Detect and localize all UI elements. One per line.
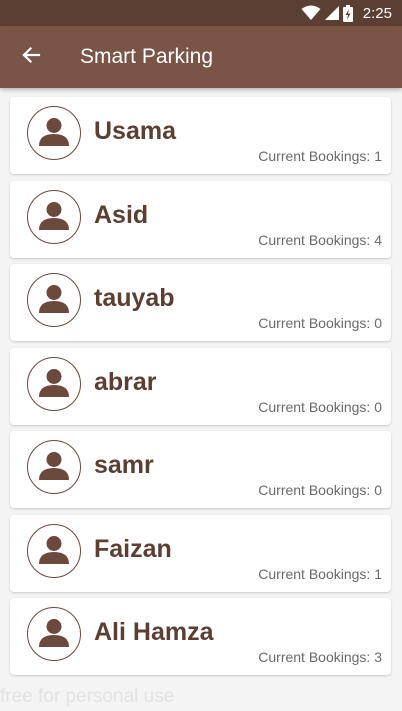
current-bookings: Current Bookings: 1 [258, 566, 382, 582]
user-name: Asid [94, 201, 149, 229]
app-title: Smart Parking [80, 45, 214, 68]
user-card[interactable]: abrar Current Bookings: 0 [10, 348, 391, 425]
user-name: samr [94, 451, 154, 479]
current-bookings: Current Bookings: 0 [258, 399, 382, 415]
avatar [27, 524, 81, 578]
current-bookings: Current Bookings: 3 [258, 649, 382, 665]
person-icon [38, 115, 70, 152]
user-card[interactable]: tauyab Current Bookings: 0 [10, 264, 391, 341]
avatar [27, 357, 81, 411]
person-icon [38, 366, 70, 403]
status-icons: 2:25 [301, 0, 392, 26]
current-bookings: Current Bookings: 0 [258, 482, 382, 498]
status-bar: 2:25 [0, 0, 402, 26]
current-bookings: Current Bookings: 0 [258, 315, 382, 331]
battery-charging-icon [342, 4, 353, 22]
signal-icon [324, 6, 339, 20]
wifi-icon [301, 5, 321, 21]
person-icon [38, 282, 70, 319]
watermark: free for personal use [0, 686, 175, 707]
person-icon [38, 449, 70, 486]
arrow-back-icon [21, 45, 41, 70]
avatar [27, 190, 81, 244]
user-card[interactable]: samr Current Bookings: 0 [10, 431, 391, 508]
user-card[interactable]: Ali Hamza Current Bookings: 3 [10, 598, 391, 675]
user-card[interactable]: Usama Current Bookings: 1 [10, 97, 391, 174]
user-name: tauyab [94, 284, 175, 312]
avatar [27, 440, 81, 494]
user-name: Usama [94, 117, 176, 145]
user-name: Ali Hamza [94, 618, 214, 646]
person-icon [38, 616, 70, 653]
avatar [27, 273, 81, 327]
user-card[interactable]: Faizan Current Bookings: 1 [10, 515, 391, 592]
status-time: 2:25 [362, 4, 392, 22]
user-card[interactable]: Asid Current Bookings: 4 [10, 181, 391, 258]
back-button[interactable] [0, 26, 62, 88]
current-bookings: Current Bookings: 4 [258, 232, 382, 248]
avatar [27, 106, 81, 160]
current-bookings: Current Bookings: 1 [258, 148, 382, 164]
user-name: abrar [94, 368, 157, 396]
user-name: Faizan [94, 535, 172, 563]
app-bar: Smart Parking [0, 26, 402, 88]
person-icon [38, 199, 70, 236]
person-icon [38, 533, 70, 570]
avatar [27, 607, 81, 661]
